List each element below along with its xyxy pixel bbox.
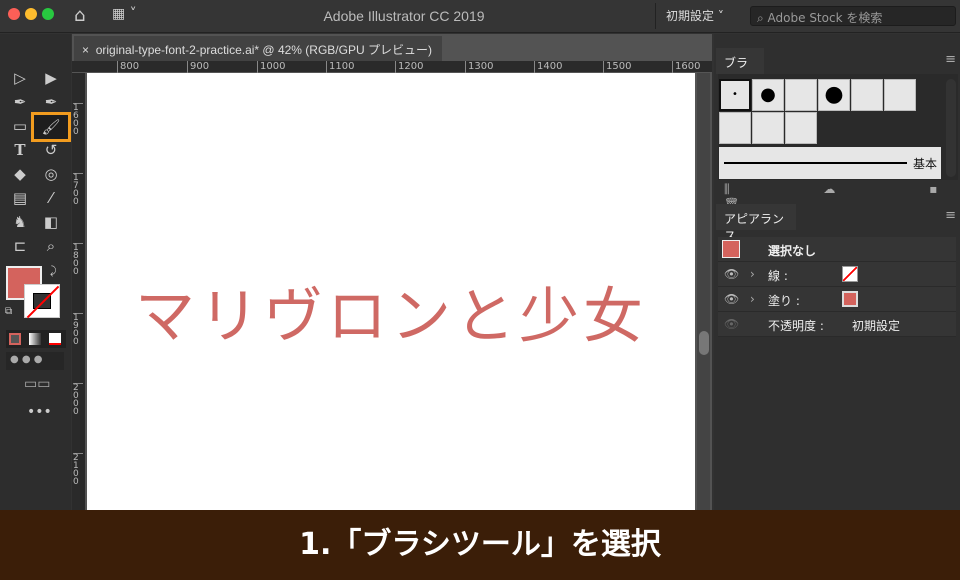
vertical-ruler: 1600 1700 1800 1900 2000 2100 (72, 73, 85, 510)
ruler-tick-label: 1700 (73, 173, 83, 207)
brush-swatch[interactable] (785, 112, 817, 144)
document-area: × original-type-font-2-practice.ai* @ 42… (72, 34, 712, 510)
chevron-down-icon: ˅ (717, 9, 724, 23)
right-panels: ブラシ ≡ • ● ● 基本 ⫼ ☁ ▪ 🗑 アピアランス ≡ 選択なし 👁 ›… (714, 34, 960, 510)
appearance-header-row: 選択なし (718, 237, 956, 262)
chevron-right-icon[interactable]: › (750, 267, 755, 281)
color-mode-buttons (6, 330, 66, 348)
basic-brush-label: 基本 (912, 157, 937, 171)
document-tab-label: original-type-font-2-practice.ai* @ 42% … (95, 43, 432, 57)
no-selection-label: 選択なし (768, 244, 817, 258)
ruler-tick-label: 1000 (257, 61, 285, 73)
zoom-tool-icon[interactable]: ⌕ (40, 235, 62, 257)
ruler-tick-label: 800 (117, 61, 139, 73)
shape-builder-tool-icon[interactable]: ◎ (40, 163, 62, 185)
ruler-tick-label: 1500 (603, 61, 631, 73)
brush-swatch[interactable]: • (719, 79, 751, 111)
pen-tool-icon[interactable]: ✒ (9, 91, 31, 113)
fill-label[interactable]: 塗り : (768, 292, 800, 309)
brush-panel-tab[interactable]: ブラシ (716, 48, 764, 87)
appearance-stroke-row[interactable]: 👁 › 線 : (718, 262, 956, 287)
brush-swatch[interactable] (785, 79, 817, 111)
brush-swatch[interactable] (851, 79, 883, 111)
color-button[interactable] (9, 333, 21, 345)
rotate-tool-icon[interactable]: ↺ (40, 139, 62, 161)
gradient-button[interactable] (29, 333, 41, 345)
appearance-panel-tab[interactable]: アピアランス (716, 204, 796, 243)
ruler-tick-label: 2100 (73, 453, 83, 487)
blend-tool-icon[interactable]: ◧ (40, 211, 62, 233)
default-colors-icon[interactable]: ⧉ (5, 306, 12, 317)
ruler-tick-label: 1900 (73, 313, 83, 347)
swap-colors-icon[interactable]: ⤸ (50, 264, 57, 278)
brush-swatch[interactable]: ● (752, 79, 784, 111)
fill-preview-swatch (722, 240, 740, 258)
eraser-tool-icon[interactable]: ◆ (9, 163, 31, 185)
artboard-canvas[interactable]: マリヴロンと少女 (87, 73, 695, 510)
brush-swatch[interactable] (884, 79, 916, 111)
vertical-scrollbar[interactable] (697, 73, 710, 510)
stock-search-placeholder: Adobe Stock を検索 (767, 11, 883, 25)
ruler-tick-label: 1100 (326, 61, 354, 73)
brush-scrollbar[interactable] (946, 79, 956, 177)
fill-swatch[interactable] (842, 291, 858, 307)
appearance-opacity-row[interactable]: 👁 不透明度 : 初期設定 (718, 312, 956, 337)
brush-swatch[interactable]: ● (818, 79, 850, 111)
stroke-swatch[interactable] (842, 266, 858, 282)
eye-icon[interactable]: 👁 (724, 317, 739, 331)
close-tab-icon[interactable]: × (82, 43, 89, 57)
type-tool-icon[interactable]: T (9, 139, 31, 161)
stroke-color-swatch[interactable] (24, 284, 60, 319)
workspace-switcher[interactable]: 初期設定 ˅ (655, 3, 734, 29)
ruler-tick-label: 1400 (534, 61, 562, 73)
ruler-tick-label: 1600 (672, 61, 700, 73)
tools-panel: ▷ ▶ ✒ ✒ ▭ 🖌 T ↺ ◆ ◎ ▤ ⁄ ♞ ◧ ⊏ ⌕ ⤸ ⧉ ● ● … (0, 34, 71, 510)
opacity-label[interactable]: 不透明度 : (768, 317, 824, 334)
chevron-right-icon[interactable]: › (750, 292, 755, 306)
puppet-warp-tool-icon[interactable]: ♞ (9, 211, 31, 233)
screen-mode-icon[interactable]: ▭▭ (24, 376, 50, 392)
direct-selection-tool-icon[interactable]: ▶ (40, 67, 62, 89)
more-tools-icon[interactable]: ••• (27, 404, 52, 420)
brush-libraries-icon[interactable]: ⫼ (724, 182, 730, 196)
selection-tool-icon[interactable]: ▷ (9, 67, 31, 89)
ruler-tick-label: 1600 (73, 103, 83, 137)
scrollbar-thumb[interactable] (699, 331, 709, 355)
brush-library: • ● ● 基本 (718, 74, 958, 180)
artwork-text[interactable]: マリヴロンと少女 (87, 268, 695, 355)
ruler-tick-label: 1200 (395, 61, 423, 73)
brush-swatch[interactable] (752, 112, 784, 144)
artboard-tool-icon[interactable]: ⊏ (9, 235, 31, 257)
none-button[interactable] (49, 333, 61, 345)
panel-menu-icon[interactable]: ≡ (945, 52, 956, 67)
stock-search-input[interactable]: ⌕ Adobe Stock を検索 (750, 6, 956, 26)
eyedropper-tool-icon[interactable]: ⁄ (40, 187, 62, 209)
ruler-tick-label: 1300 (465, 61, 493, 73)
panel-menu-icon[interactable]: ≡ (945, 208, 956, 223)
ruler-tick-label: 1800 (73, 243, 83, 277)
title-bar: ⌂ ▦ ˅ Adobe Illustrator CC 2019 初期設定 ˅ ⌕… (0, 0, 960, 33)
opacity-value: 初期設定 (852, 319, 901, 333)
curvature-tool-icon[interactable]: ✒ (40, 91, 62, 113)
workspace-label: 初期設定 (666, 9, 715, 23)
document-tab[interactable]: × original-type-font-2-practice.ai* @ 42… (74, 36, 442, 61)
new-brush-icon[interactable]: ▪ (929, 182, 937, 196)
ruler-tick-label: 2000 (73, 383, 83, 417)
eye-icon[interactable]: 👁 (724, 267, 739, 281)
appearance-fill-row[interactable]: 👁 › 塗り : (718, 287, 956, 312)
ruler-tick-label: 900 (187, 61, 209, 73)
paintbrush-tool-icon[interactable]: 🖌 (31, 112, 71, 142)
eye-icon[interactable]: 👁 (724, 292, 739, 306)
brush-swatch[interactable] (719, 112, 751, 144)
horizontal-ruler: 800 900 1000 1100 1200 1300 1400 1500 16… (72, 61, 712, 73)
draw-mode-icons[interactable]: ● ● ● (6, 352, 64, 370)
brush-stroke-preview (724, 162, 907, 164)
libraries-icon[interactable]: ☁ (823, 182, 835, 196)
basic-brush-row[interactable]: 基本 (719, 147, 941, 179)
stroke-label[interactable]: 線 : (768, 267, 788, 284)
gradient-tool-icon[interactable]: ▤ (9, 187, 31, 209)
instruction-caption: 1.「ブラシツール」を選択 (0, 510, 960, 580)
search-icon: ⌕ (757, 11, 768, 25)
rectangle-tool-icon[interactable]: ▭ (9, 115, 31, 137)
